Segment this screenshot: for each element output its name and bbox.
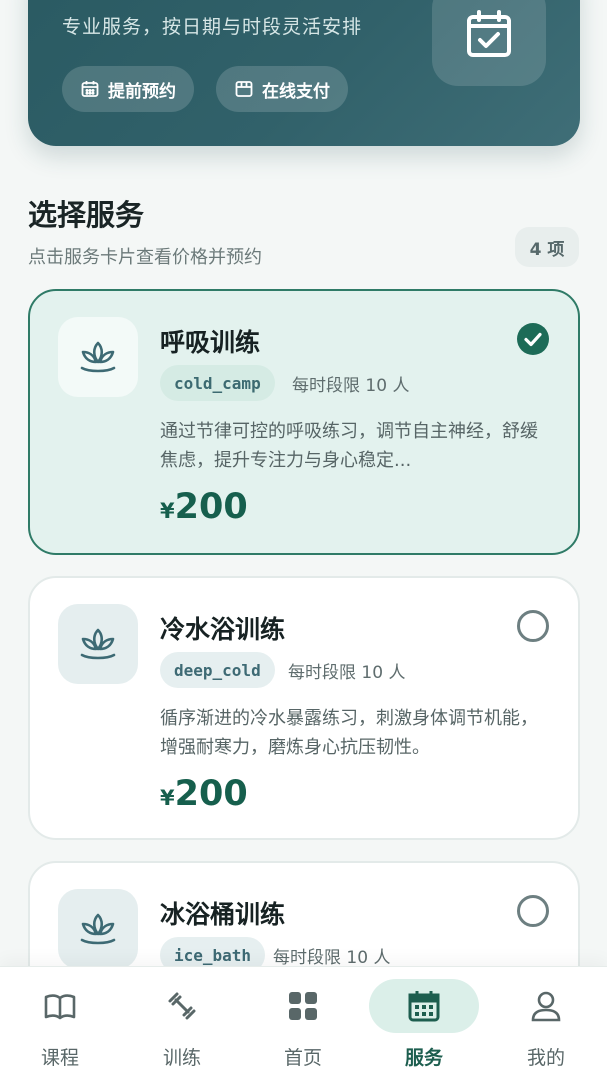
currency-symbol: ¥: [160, 786, 175, 810]
service-card-cold-water[interactable]: 冷水浴训练 deep_cold 每时段限 10 人 循序渐进的冷水暴露练习，刺激…: [28, 576, 580, 840]
bottom-nav: 课程 训练 首页 服务 我的: [0, 966, 607, 1080]
select-radio[interactable]: [517, 610, 549, 642]
capacity-text: 每时段限 10 人: [273, 948, 391, 968]
price-value: 200: [174, 774, 248, 814]
section-subtitle: 点击服务卡片查看价格并预约: [28, 247, 262, 268]
person-icon: [531, 991, 561, 1022]
service-description: 通过节律可控的呼吸练习，调节自主神经，舒缓焦虑，提升专注力与身心稳定...: [160, 421, 538, 471]
service-description: 循序渐进的冷水暴露练习，刺激身体调节机能，增强耐寒力，磨炼身心抗压韧性。: [160, 708, 538, 758]
lotus-icon: [80, 913, 116, 945]
section-title: 选择服务: [28, 198, 145, 232]
price-value: 200: [174, 487, 248, 527]
service-name: 呼吸训练: [160, 328, 261, 357]
nav-item-services[interactable]: 服务: [369, 967, 479, 1080]
nav-item-profile[interactable]: 我的: [496, 967, 596, 1080]
service-price: ¥200: [160, 487, 248, 527]
service-count-badge: 4 项: [515, 227, 579, 267]
nav-label: 训练: [162, 1047, 201, 1069]
book-icon: [44, 994, 76, 1020]
calendar-icon: [408, 991, 440, 1022]
nav-item-training[interactable]: 训练: [132, 967, 232, 1080]
currency-symbol: ¥: [160, 499, 175, 523]
chip-advance-booking: 提前预约: [62, 66, 194, 112]
nav-item-courses[interactable]: 课程: [10, 967, 110, 1080]
capacity-text: 每时段限 10 人: [292, 376, 410, 396]
service-name: 冷水浴训练: [160, 615, 286, 644]
hero-icon-box: [432, 0, 546, 86]
nav-label: 首页: [283, 1047, 322, 1069]
calendar-icon: [81, 81, 99, 97]
nav-label: 我的: [526, 1047, 565, 1069]
capacity-text: 每时段限 10 人: [288, 663, 406, 683]
grid-icon: [289, 992, 317, 1020]
nav-label: 课程: [40, 1047, 79, 1069]
nav-label: 服务: [404, 1047, 443, 1069]
select-radio[interactable]: [517, 895, 549, 927]
service-code-tag: deep_cold: [160, 652, 275, 688]
service-code-tag: cold_camp: [160, 365, 275, 401]
store-icon: [235, 81, 253, 97]
calendar-check-icon: [467, 10, 511, 57]
lotus-icon: [80, 628, 116, 660]
check-circle-icon[interactable]: [517, 323, 549, 355]
chip-online-payment: 在线支付: [216, 66, 348, 112]
service-price: ¥200: [160, 774, 248, 814]
lotus-icon: [80, 341, 116, 373]
dumbbell-icon: [168, 992, 196, 1020]
service-thumb: [58, 317, 138, 397]
service-thumb: [58, 604, 138, 684]
service-name: 冰浴桶训练: [160, 900, 286, 929]
service-thumb: [58, 889, 138, 969]
hero-banner: 专业服务，按日期与时段灵活安排 提前预约 在线支付: [28, 0, 580, 146]
service-card-breathing[interactable]: 呼吸训练 cold_camp 每时段限 10 人 通过节律可控的呼吸练习，调节自…: [28, 289, 580, 555]
chip-label: 提前预约: [108, 81, 176, 102]
nav-item-home[interactable]: 首页: [253, 967, 353, 1080]
chip-label: 在线支付: [262, 81, 330, 102]
hero-subtitle: 专业服务，按日期与时段灵活安排: [62, 16, 363, 38]
